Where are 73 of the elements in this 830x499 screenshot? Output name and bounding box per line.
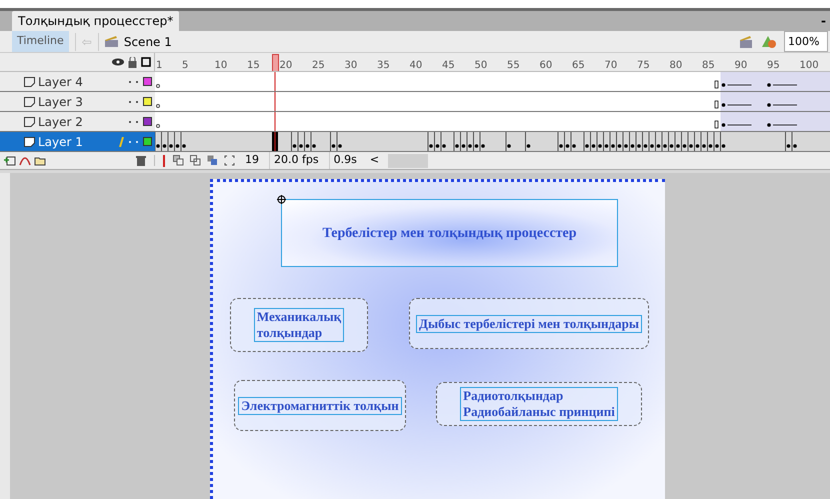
frame-number: 50 xyxy=(474,59,488,72)
layer-row[interactable]: Layer 1 xyxy=(0,132,155,152)
frame-number: 90 xyxy=(734,59,748,72)
frame-number: 40 xyxy=(410,59,422,72)
menu-button[interactable]: Электромагниттік толқын xyxy=(234,380,406,431)
frame-number: 95 xyxy=(767,59,780,72)
shapes-icon[interactable] xyxy=(761,34,778,50)
layer-color[interactable] xyxy=(143,77,152,86)
frame-number: 45 xyxy=(442,59,455,72)
title-text: Тербелістер мен толқындық процесстер xyxy=(322,224,577,242)
frame-number: 10 xyxy=(214,59,228,72)
clapper-icon xyxy=(104,36,118,48)
edit-frames-icon[interactable] xyxy=(207,155,218,166)
frame-rate[interactable]: 20.0 fps xyxy=(269,152,323,169)
title-box[interactable]: Тербелістер мен толқындық процесстер xyxy=(281,199,618,267)
frame-number: 85 xyxy=(702,59,715,72)
motion-guide-icon[interactable] xyxy=(19,155,31,166)
folder-icon[interactable] xyxy=(34,155,46,166)
layer-name: Layer 3 xyxy=(38,94,84,111)
frame-number: 55 xyxy=(507,59,520,72)
trash-icon[interactable] xyxy=(136,155,146,166)
scroll-left-button[interactable]: < xyxy=(366,152,382,169)
layer-icon xyxy=(24,96,35,107)
registration-icon xyxy=(277,195,286,204)
frame-number: 100 xyxy=(800,59,819,72)
scrollbar-thumb[interactable] xyxy=(388,154,428,168)
onion-skin-icon[interactable] xyxy=(173,155,184,166)
menu-button[interactable]: Дыбыс тербелістері мен толқындары xyxy=(409,298,649,349)
frame-number: 25 xyxy=(312,59,325,72)
layer-row[interactable]: Layer 3 xyxy=(0,92,155,112)
clapper-icon[interactable] xyxy=(739,34,755,49)
zoom-field[interactable]: 100% xyxy=(784,31,828,52)
layer-name: Layer 1 xyxy=(38,134,84,151)
onion-outline-icon[interactable] xyxy=(190,155,201,166)
layer-color[interactable] xyxy=(143,137,152,146)
frame-number: 65 xyxy=(572,59,585,72)
frame-number: 35 xyxy=(377,59,390,72)
button-label: Дыбыс тербелістері мен толқындары xyxy=(416,314,642,332)
frame-number: 15 xyxy=(247,59,260,72)
minimize-button[interactable]: - xyxy=(821,11,826,32)
document-tab[interactable]: Толқындық процесстер* xyxy=(12,11,180,32)
menu-button[interactable]: Радиотолқындар Радиобайланыс принципі xyxy=(436,382,642,426)
layer-icon xyxy=(24,76,35,87)
scene-label[interactable]: Scene 1 xyxy=(124,32,172,51)
layer-row[interactable]: Layer 2 xyxy=(0,112,155,132)
button-label: Радиотолқындар Радиобайланыс принципі xyxy=(460,387,618,421)
layer-icon xyxy=(24,136,35,147)
frame-number: 80 xyxy=(670,59,682,72)
frame-number: 20 xyxy=(280,59,292,72)
center-frame-icon[interactable] xyxy=(161,154,167,167)
frame-number: 60 xyxy=(540,59,552,72)
frame-number: 70 xyxy=(604,59,618,72)
current-frame: 19 xyxy=(241,152,263,169)
markers-icon[interactable] xyxy=(224,155,235,166)
add-layer-icon[interactable] xyxy=(4,155,16,166)
frame-number: 5 xyxy=(182,59,188,72)
layer-name: Layer 4 xyxy=(38,74,84,91)
layer-icon xyxy=(24,116,35,127)
layer-row[interactable]: Layer 4 xyxy=(0,72,155,92)
button-label: Механикалық толқындар xyxy=(254,308,344,342)
layer-color[interactable] xyxy=(143,97,152,106)
frame-number: 1 xyxy=(156,59,162,72)
menu-button[interactable]: Механикалық толқындар xyxy=(230,298,368,352)
layer-name: Layer 2 xyxy=(38,114,84,131)
timeline-button[interactable]: Timeline xyxy=(12,31,69,52)
lock-icon[interactable] xyxy=(128,56,137,68)
frame-number: 30 xyxy=(344,59,358,72)
frame-number: 75 xyxy=(637,59,650,72)
button-label: Электромагниттік толқын xyxy=(238,396,402,414)
outline-icon[interactable] xyxy=(141,57,151,68)
eye-icon[interactable] xyxy=(112,58,124,66)
layer-color[interactable] xyxy=(143,117,152,126)
elapsed-time: 0.9s xyxy=(328,152,361,169)
